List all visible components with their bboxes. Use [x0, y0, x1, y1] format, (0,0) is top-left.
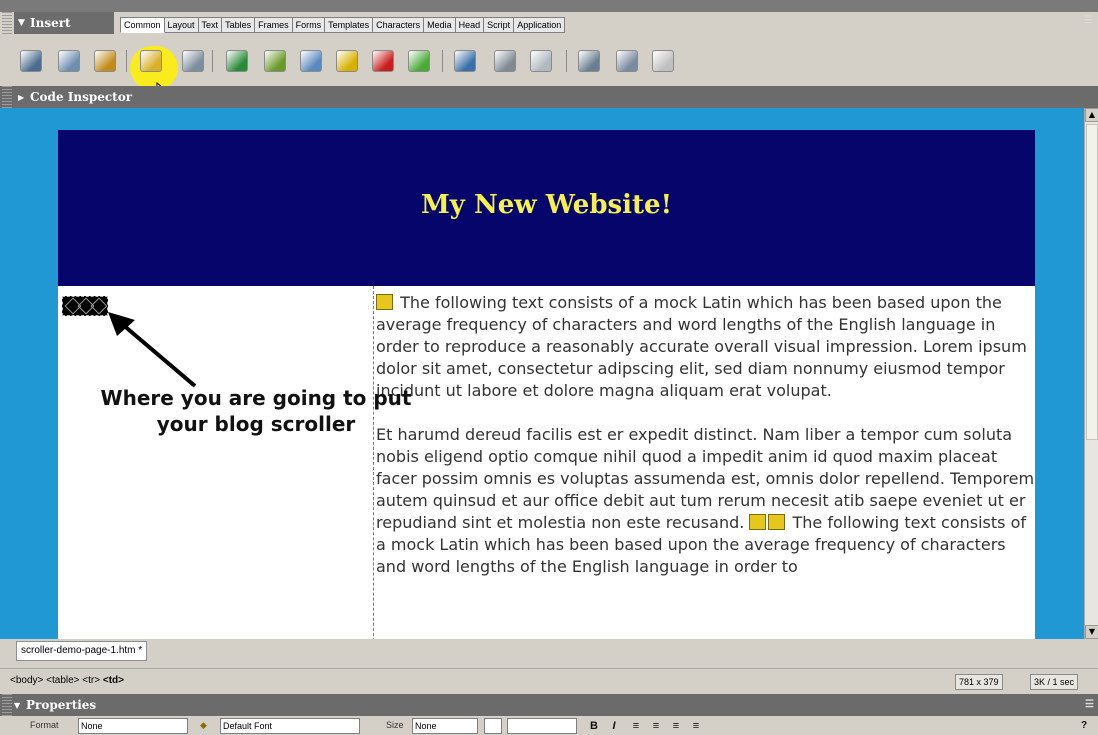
shockwave-icon[interactable] [372, 50, 394, 72]
window-size-selector[interactable]: 781 x 379 [955, 674, 1003, 690]
script-marker-icon[interactable] [376, 294, 393, 310]
tag-chooser-icon[interactable] [616, 50, 638, 72]
template-icon[interactable] [652, 50, 674, 72]
comment-icon[interactable] [578, 50, 600, 72]
site-title: My New Website! [421, 190, 672, 220]
insert-tabs: Common Layout Text Tables Frames Forms Templat… [120, 17, 566, 33]
header-banner[interactable]: My New Website! [58, 130, 1035, 286]
font-select[interactable]: Default Font [220, 718, 360, 734]
insert-panel-top-strip [0, 0, 1098, 12]
expand-arrow-icon[interactable]: ▶ [18, 86, 24, 108]
tab-common[interactable]: Common [120, 17, 165, 33]
panel-grip[interactable] [2, 694, 12, 716]
email-link-icon[interactable] [58, 50, 80, 72]
toolbar-separator [126, 50, 127, 72]
collapse-arrow-icon[interactable]: ▼ [14, 694, 20, 716]
help-icon[interactable]: ? [1076, 718, 1092, 734]
script-marker-icon[interactable] [749, 514, 767, 530]
align-center-icon[interactable]: ≡ [648, 718, 664, 734]
tag-selector[interactable]: <body> <table> <tr> <td> [10, 675, 124, 686]
download-size: 3K / 1 sec [1030, 674, 1079, 690]
toolbar-separator [212, 50, 213, 72]
size-label: Size [386, 720, 404, 730]
table-icon[interactable] [140, 50, 162, 72]
properties-row: Format None ◆ Default Font Size None B I… [0, 716, 1098, 735]
paragraph-1: The following text consists of a mock La… [376, 293, 1027, 400]
tab-frames[interactable]: Frames [255, 17, 293, 33]
insert-panel-title[interactable]: ▼ Insert [14, 12, 114, 34]
color-field[interactable] [507, 718, 577, 734]
navigation-bar-icon[interactable] [408, 50, 430, 72]
toolbar-separator [566, 50, 567, 72]
code-inspector-bar[interactable]: ▶ Code Inspector [0, 86, 1098, 108]
annotation-text: Where you are going to put your blog scr… [100, 386, 412, 436]
css-style-icon[interactable]: ◆ [200, 720, 207, 731]
layer-icon[interactable] [182, 50, 204, 72]
size-select[interactable]: None [412, 718, 478, 734]
tab-head[interactable]: Head [455, 17, 485, 33]
tab-characters[interactable]: Characters [373, 17, 425, 33]
format-select[interactable]: None [78, 718, 188, 734]
panel-options-icon[interactable]: ☰ [1084, 15, 1094, 29]
scroll-thumb[interactable] [1086, 124, 1098, 440]
scroller-placeholder[interactable] [62, 296, 108, 316]
collapse-arrow-icon[interactable]: ▼ [18, 12, 25, 34]
named-anchor-icon[interactable] [94, 50, 116, 72]
script-marker-icon[interactable] [768, 514, 786, 530]
tab-tables[interactable]: Tables [222, 17, 256, 33]
color-swatch[interactable] [484, 718, 502, 734]
tab-templates[interactable]: Templates [325, 17, 374, 33]
italic-button[interactable]: I [606, 718, 622, 734]
vertical-scrollbar[interactable]: ▲ ▼ [1084, 108, 1098, 639]
align-right-icon[interactable]: ≡ [668, 718, 684, 734]
format-label: Format [30, 720, 59, 730]
tab-text[interactable]: Text [198, 17, 223, 33]
horizontal-rule-icon[interactable] [454, 50, 476, 72]
tab-forms[interactable]: Forms [292, 17, 326, 33]
tabular-data-icon[interactable] [530, 50, 552, 72]
tab-script[interactable]: Script [484, 17, 515, 33]
panel-options-icon[interactable]: ☰ [1085, 694, 1094, 716]
image-icon[interactable] [226, 50, 248, 72]
paragraph-2: Et harumd dereud facilis est er expedit … [376, 425, 1035, 576]
scroll-down-icon[interactable]: ▼ [1085, 625, 1098, 639]
properties-panel-header[interactable]: ▼ Properties ☰ [0, 694, 1098, 716]
body-text[interactable]: The following text consists of a mock La… [376, 292, 1036, 600]
align-left-icon[interactable]: ≡ [628, 718, 644, 734]
tab-media[interactable]: Media [424, 17, 456, 33]
hyperlink-icon[interactable] [20, 50, 42, 72]
image-placeholder-icon[interactable] [264, 50, 286, 72]
rollover-image-icon[interactable] [300, 50, 322, 72]
flash-icon[interactable] [336, 50, 358, 72]
bold-button[interactable]: B [586, 718, 602, 734]
date-icon[interactable] [494, 50, 516, 72]
panel-grip[interactable] [2, 86, 12, 108]
annotation-arrow [108, 312, 197, 388]
tab-application[interactable]: Application [514, 17, 566, 33]
panel-grip[interactable] [2, 12, 12, 34]
status-bar: <body> <table> <tr> <td> 781 x 379 3K / … [0, 668, 1098, 694]
scroll-up-icon[interactable]: ▲ [1085, 108, 1098, 122]
document-tab[interactable]: scroller-demo-page-1.htm * [16, 641, 148, 661]
justify-icon[interactable]: ≡ [688, 718, 704, 734]
properties-title: Properties [26, 698, 97, 712]
tab-layout[interactable]: Layout [164, 17, 199, 33]
toolbar-separator [442, 50, 443, 72]
code-inspector-label: Code Inspector [30, 90, 133, 104]
